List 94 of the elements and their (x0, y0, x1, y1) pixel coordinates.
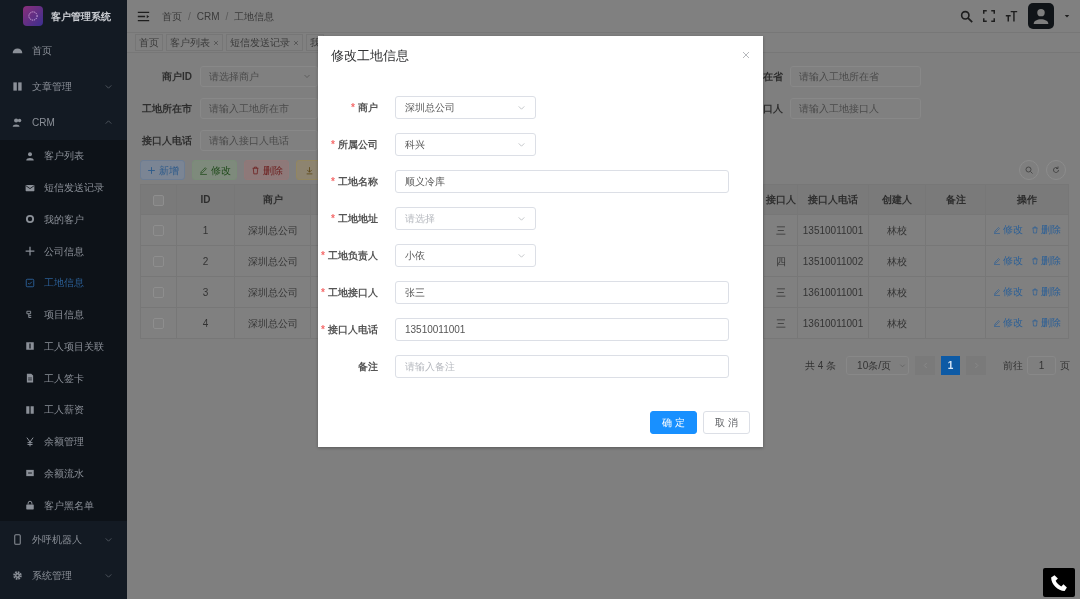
confirm-button[interactable]: 确定 (650, 411, 697, 434)
field-label: * 商户 (350, 101, 379, 115)
delete-link[interactable]: 删除 (1031, 222, 1061, 238)
table-cell: 林校 (887, 317, 907, 329)
field-label: 商户ID (161, 69, 192, 84)
select-field[interactable]: 深圳总公司 (395, 96, 536, 119)
sidebar-item[interactable]: 系统管理 (0, 557, 127, 593)
input-field[interactable]: 请输入备注 (395, 355, 729, 378)
toolbar-button[interactable]: 删除 (244, 160, 289, 180)
sidebar-subitem[interactable]: 客户黑名单 (0, 489, 127, 521)
field-label: * 工地名称 (330, 175, 379, 189)
field-label: * 工地负责人 (320, 249, 379, 263)
select-field[interactable]: 小依 (395, 244, 536, 267)
edit-link[interactable]: 修改 (993, 253, 1023, 269)
sidebar-subitem[interactable]: 工人签卡 (0, 362, 127, 394)
delete-link[interactable]: 删除 (1031, 253, 1061, 269)
edit-link[interactable]: 修改 (993, 222, 1023, 238)
total-count: 共 4 条 (805, 358, 837, 373)
cancel-button[interactable]: 取消 (703, 411, 750, 434)
input-field[interactable]: 顺义冷库 (395, 170, 729, 193)
breadcrumb-separator: / (225, 9, 229, 24)
breadcrumb-item: 工地信息 (234, 9, 275, 24)
sidebar-item[interactable]: 文章管理 (0, 68, 127, 104)
table-cell: 三 (775, 317, 786, 329)
table-cell: 1 (202, 224, 209, 236)
table-cell: 13510011002 (802, 255, 864, 267)
table-cell: 13510011001 (802, 224, 864, 236)
column-header: 备注 (945, 194, 966, 205)
column-header: 商户 (262, 194, 283, 205)
table-cell: 深圳总公司 (247, 224, 298, 236)
table-cell: 深圳总公司 (247, 317, 298, 329)
dialog-title: 修改工地信息 (331, 47, 409, 66)
table-cell: 林校 (887, 224, 907, 236)
field-label: 接口人电话 (141, 133, 192, 148)
goto-label: 前往 (1003, 358, 1024, 373)
sidebar-subitem[interactable]: 余额管理 (0, 425, 127, 458)
select-field[interactable]: 科兴 (395, 133, 536, 156)
table-cell: 2 (202, 255, 209, 267)
page-suffix: 页 (1060, 358, 1070, 373)
table-cell: 13610011001 (802, 317, 864, 329)
delete-link[interactable]: 删除 (1031, 315, 1061, 331)
sidebar-subitem[interactable]: 客户列表 (0, 140, 127, 172)
field-label: 备注 (357, 360, 379, 374)
edit-link[interactable]: 修改 (993, 315, 1023, 331)
delete-link[interactable]: 删除 (1031, 284, 1061, 300)
field-label: * 工地地址 (330, 212, 379, 226)
tab[interactable]: 客户列表 (166, 34, 223, 51)
toolbar-button[interactable]: 新增 (140, 160, 185, 180)
column-header: 接口人电话 (808, 194, 858, 205)
sidebar-item[interactable]: 首页 (0, 32, 127, 68)
column-header: ID (200, 194, 211, 205)
field-label: 口人 (763, 101, 783, 116)
sidebar-subitem[interactable]: 工地信息 (0, 267, 127, 299)
breadcrumb-separator: / (188, 9, 191, 24)
table-cell: 三 (775, 224, 786, 236)
toolbar-button[interactable]: 修改 (192, 160, 237, 180)
input-field[interactable]: 13510011001 (395, 318, 729, 341)
tab[interactable]: 首页 (135, 34, 163, 51)
sidebar-subitem[interactable]: 短信发送记录 (0, 171, 127, 204)
breadcrumb-item[interactable]: CRM (196, 8, 220, 24)
sidebar-item[interactable]: CRM (0, 104, 127, 140)
app-title: 客户管理系统 (51, 9, 111, 24)
table-cell: 4 (202, 317, 209, 329)
table-cell: 深圳总公司 (247, 286, 298, 298)
table-cell: 13610011001 (802, 286, 864, 298)
table-cell: 四 (775, 255, 786, 267)
field-label: * 接口人电话 (320, 323, 379, 337)
table-cell: 三 (775, 286, 786, 298)
input-field[interactable]: 张三 (395, 281, 729, 304)
column-header: 创建人 (882, 194, 912, 205)
sidebar-item[interactable]: 外呼机器人 (0, 521, 127, 557)
column-header: 接口人 (765, 194, 796, 205)
edit-link[interactable]: 修改 (993, 284, 1023, 300)
table-cell: 深圳总公司 (247, 255, 298, 267)
field-label: 在省 (763, 69, 783, 84)
sidebar-subitem[interactable]: 工人项目关联 (0, 330, 127, 363)
field-label: 工地所在市 (141, 101, 192, 116)
page-button[interactable]: 1 (941, 355, 961, 375)
table-cell: 3 (202, 286, 209, 298)
sidebar-subitem[interactable]: 公司信息 (0, 235, 127, 267)
table-cell: 林校 (887, 286, 907, 298)
sidebar-subitem[interactable]: 余额流水 (0, 457, 127, 490)
breadcrumb-item[interactable]: 首页 (162, 8, 182, 24)
column-header: 操作 (1017, 194, 1037, 205)
sidebar-subitem[interactable]: 项目信息 (0, 298, 127, 331)
sidebar-subitem[interactable]: 我的客户 (0, 203, 127, 236)
table-cell: 林校 (887, 255, 907, 267)
field-label: * 所属公司 (330, 138, 379, 152)
select-field[interactable]: 请选择 (395, 207, 536, 230)
page-input[interactable]: 1 (1027, 355, 1056, 375)
tab[interactable]: 短信发送记录 (226, 34, 303, 51)
sidebar-subitem[interactable]: 工人薪资 (0, 394, 127, 426)
page-size-select[interactable]: 10条/页 (846, 355, 910, 375)
field-label: * 工地接口人 (320, 286, 379, 300)
